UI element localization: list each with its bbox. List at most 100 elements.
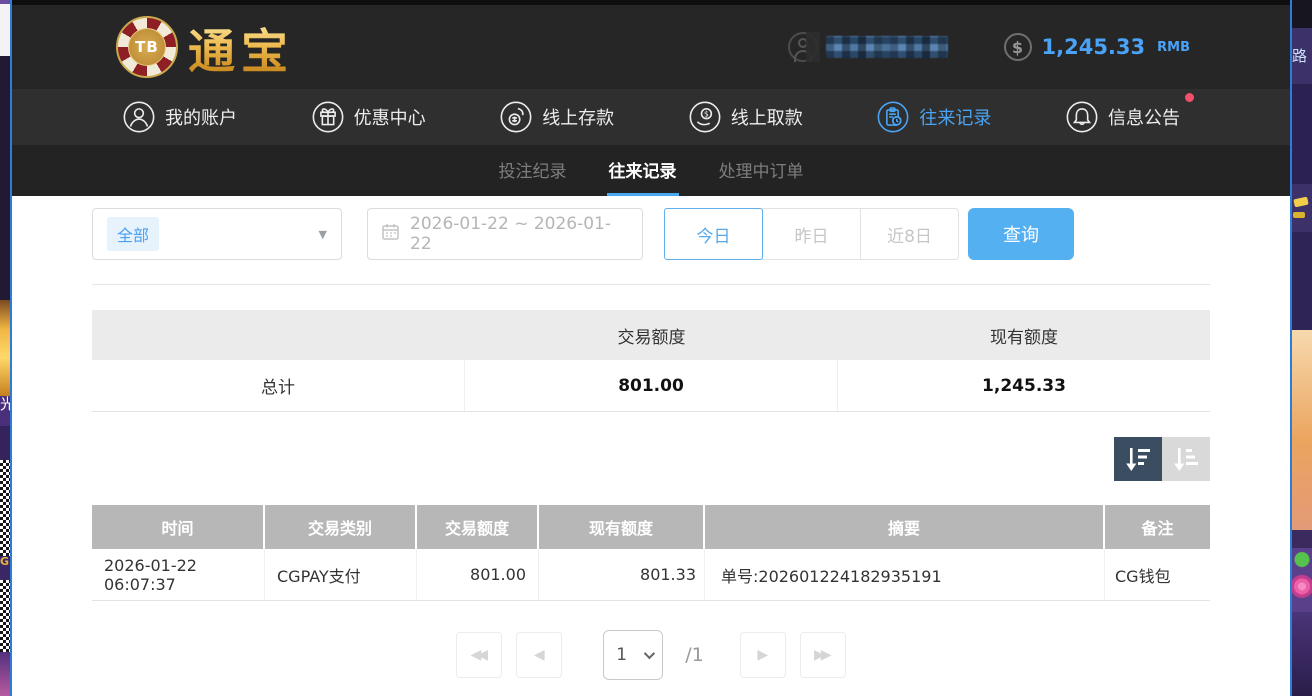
- sort-descending-button[interactable]: [1114, 437, 1162, 481]
- quick-date-today-button[interactable]: 今日: [664, 208, 763, 260]
- summary-current-amount: 1,245.33: [838, 360, 1210, 411]
- summary-table-header: 交易额度 现有额度: [92, 310, 1210, 360]
- first-page-button[interactable]: ◀◀: [456, 632, 502, 678]
- qr-code-fragment: [0, 460, 10, 556]
- user-icon: [122, 100, 156, 134]
- username-redacted: [826, 36, 948, 58]
- balance-amount: 1,245.33: [1042, 35, 1146, 59]
- background-window-left-sliver: 光 GF: [0, 0, 10, 696]
- summary-total-label: 总计: [92, 360, 465, 411]
- site-wordmark: 通宝: [188, 13, 294, 82]
- table-row: 2026-01-22 06:07:37 CGPAY支付 801.00 801.3…: [92, 549, 1210, 601]
- game-thumbnail-fragment: [1292, 330, 1312, 530]
- nav-item-label: 我的账户: [165, 104, 237, 130]
- section-divider: [92, 284, 1210, 285]
- window-border: [1290, 0, 1292, 696]
- last-page-button[interactable]: ▶▶: [800, 632, 846, 678]
- logo-badge: TB: [128, 28, 166, 66]
- user-account-chip[interactable]: [788, 32, 948, 62]
- nav-item-label: 优惠中心: [354, 104, 426, 130]
- summary-transaction-amount: 801.00: [465, 360, 838, 411]
- tab-pending-orders[interactable]: 处理中订单: [717, 145, 806, 196]
- site-header: TB 通宝 $ 1,245.33 RMB: [12, 5, 1290, 89]
- nav-item-label: 线上取款: [731, 104, 803, 130]
- next-page-button[interactable]: ▶: [740, 632, 786, 678]
- quick-date-group: 今日 昨日 近8日: [664, 208, 959, 260]
- search-button[interactable]: 查询: [968, 208, 1074, 260]
- user-avatar-icon: [788, 32, 818, 62]
- double-arrow-right-icon: ▶▶: [814, 647, 828, 663]
- summary-header-empty: [92, 310, 465, 360]
- dollar-coin-icon: $: [1004, 33, 1032, 61]
- records-header-summary: 摘要: [705, 505, 1105, 549]
- records-header-amount: 交易额度: [417, 505, 539, 549]
- quick-date-last8days-button[interactable]: 近8日: [860, 208, 959, 260]
- records-header-note: 备注: [1105, 505, 1210, 549]
- background-window-right-sliver: 路: [1292, 0, 1312, 696]
- double-arrow-left-icon: ◀◀: [470, 647, 484, 663]
- chevron-down-icon: [644, 648, 655, 659]
- page-select-value: 1: [616, 645, 627, 665]
- record-time: 2026-01-22 06:07:37: [92, 549, 265, 600]
- date-range-input[interactable]: 2026-01-22 ~ 2026-01-22: [367, 208, 643, 260]
- bell-icon: [1065, 100, 1099, 134]
- game-thumbnail-fragment: [1292, 548, 1312, 612]
- nav-item-deposit[interactable]: 线上存款: [499, 100, 614, 134]
- main-window: TB 通宝 $ 1,245.33 RMB: [12, 0, 1290, 696]
- tab-transaction-records[interactable]: 往来记录: [607, 145, 679, 196]
- nav-item-withdraw[interactable]: $ 线上取款: [688, 100, 803, 134]
- nav-item-label: 线上存款: [542, 104, 614, 130]
- nav-item-promotions[interactable]: 优惠中心: [311, 100, 426, 134]
- svg-text:$: $: [704, 110, 709, 119]
- sort-controls: [92, 437, 1210, 481]
- record-note: CG钱包: [1105, 549, 1210, 600]
- record-type: CGPAY支付: [265, 549, 417, 600]
- page-select[interactable]: 1: [603, 630, 663, 680]
- window-border: [10, 0, 12, 696]
- transactions-icon: [876, 100, 910, 134]
- records-header-time: 时间: [92, 505, 265, 549]
- records-table: 时间 交易类别 交易额度 现有额度 摘要 备注 2026-01-22 06:07…: [92, 505, 1210, 601]
- summary-table: 交易额度 现有额度 总计 801.00 1,245.33: [92, 310, 1210, 412]
- tab-bet-records[interactable]: 投注纪录: [497, 145, 569, 196]
- type-filter-selected: 全部: [107, 217, 159, 251]
- gift-icon: [311, 100, 345, 134]
- record-amount: 801.00: [417, 549, 539, 600]
- record-summary: 单号:202601224182935191: [705, 549, 1105, 600]
- poker-chip-logo-icon: TB: [116, 16, 178, 78]
- arrow-right-icon: ▶: [757, 647, 768, 663]
- content-area: 全部 ▼ 2026-01-22 ~ 2026-01-22 今日 昨日 近8日 查: [12, 196, 1290, 696]
- filter-row: 全部 ▼ 2026-01-22 ~ 2026-01-22 今日 昨日 近8日 查: [92, 208, 1210, 260]
- summary-header-current: 现有额度: [838, 310, 1210, 360]
- nav-item-label: 往来记录: [919, 104, 991, 130]
- balance-currency: RMB: [1157, 40, 1190, 55]
- notification-dot: [1185, 93, 1194, 102]
- pagination: ◀◀ ◀ 1 /1 ▶ ▶▶: [92, 630, 1210, 680]
- quick-date-yesterday-button[interactable]: 昨日: [762, 208, 861, 260]
- summary-header-transaction: 交易额度: [465, 310, 838, 360]
- deposit-icon: [499, 100, 533, 134]
- nav-item-transaction-records[interactable]: 往来记录: [876, 100, 991, 134]
- withdraw-icon: $: [688, 100, 722, 134]
- chevron-down-icon: ▼: [319, 228, 327, 241]
- left-sliver-gf-text: GF: [0, 556, 10, 580]
- summary-total-row: 总计 801.00 1,245.33: [92, 360, 1210, 412]
- arrow-left-icon: ◀: [534, 647, 545, 663]
- balance-display[interactable]: $ 1,245.33 RMB: [1004, 33, 1191, 61]
- nav-item-announcements[interactable]: 信息公告: [1065, 100, 1180, 134]
- calendar-icon: [381, 222, 400, 246]
- records-header-type: 交易类别: [265, 505, 417, 549]
- records-header-balance: 现有额度: [539, 505, 705, 549]
- record-subtabs: 投注纪录 往来记录 处理中订单: [12, 145, 1290, 196]
- prev-page-button[interactable]: ◀: [516, 632, 562, 678]
- type-filter-dropdown[interactable]: 全部 ▼: [92, 208, 342, 260]
- sort-ascending-button[interactable]: [1162, 437, 1210, 481]
- main-nav: 我的账户 优惠中心 线上存款: [12, 89, 1290, 145]
- date-range-value: 2026-01-22 ~ 2026-01-22: [410, 214, 629, 254]
- nav-item-my-account[interactable]: 我的账户: [122, 100, 237, 134]
- nav-item-label: 信息公告: [1108, 104, 1180, 130]
- site-logo[interactable]: TB 通宝: [116, 13, 294, 82]
- qr-code-fragment: [0, 580, 10, 652]
- right-sliver-text: 路: [1292, 28, 1312, 84]
- sort-descending-icon: [1123, 446, 1153, 472]
